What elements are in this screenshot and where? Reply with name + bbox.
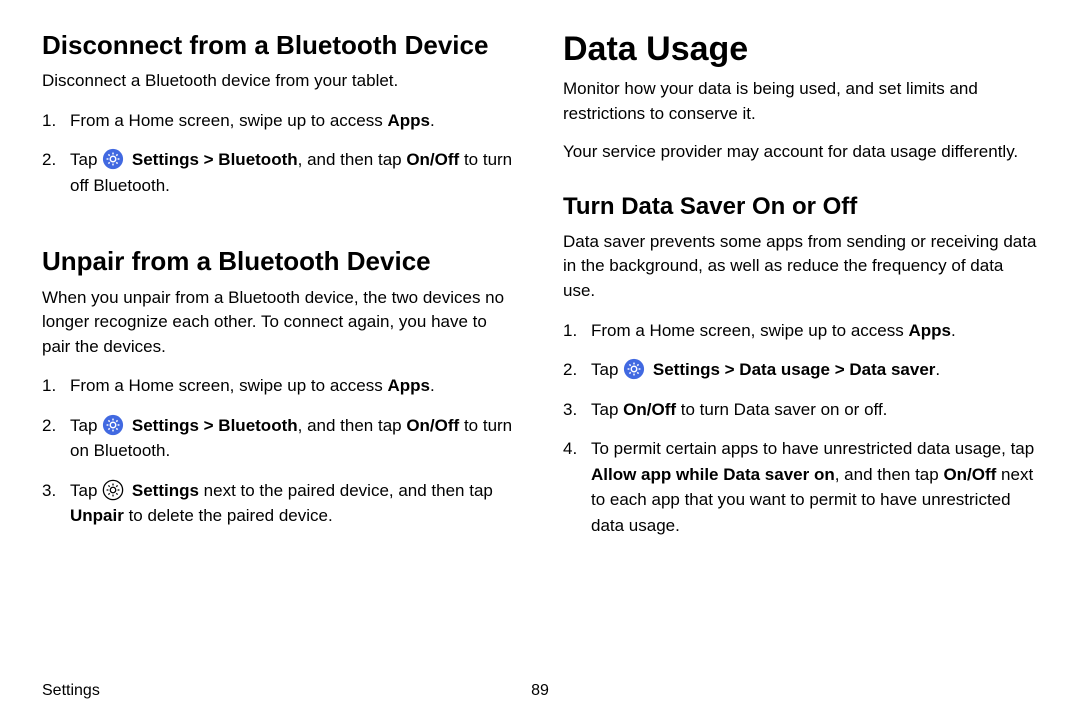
para-data1: Monitor how your data is being used, and…: [563, 77, 1038, 126]
steps-saver: From a Home screen, swipe up to access A…: [563, 318, 1038, 553]
step: Tap On/Off to turn Data saver on or off.: [563, 397, 1038, 423]
step: To permit certain apps to have unrestric…: [563, 436, 1038, 538]
step: Tap Settings > Data usage > Data saver.: [563, 357, 1038, 383]
step: Tap Settings > Bluetooth, and then tap O…: [42, 147, 517, 198]
bold: Allow app while Data saver on: [591, 465, 835, 484]
para-data2: Your service provider may account for da…: [563, 140, 1038, 165]
settings-gear-outline-icon: [102, 479, 124, 501]
step: From a Home screen, swipe up to access A…: [42, 108, 517, 134]
heading-data-usage: Data Usage: [563, 30, 1038, 69]
bold: Apps: [387, 111, 430, 130]
para-saver: Data saver prevents some apps from sendi…: [563, 230, 1038, 304]
page-columns: Disconnect from a Bluetooth Device Disco…: [42, 30, 1038, 672]
step: From a Home screen, swipe up to access A…: [42, 373, 517, 399]
text: to turn Data saver on or off.: [676, 400, 887, 419]
text: Tap: [591, 400, 623, 419]
page-footer: Settings 89: [42, 682, 1038, 700]
footer-section: Settings: [42, 682, 100, 700]
text: Tap: [70, 150, 102, 169]
steps-disconnect: From a Home screen, swipe up to access A…: [42, 108, 517, 213]
para-unpair: When you unpair from a Bluetooth device,…: [42, 286, 517, 360]
bold: Settings > Data usage > Data saver: [653, 360, 936, 379]
left-column: Disconnect from a Bluetooth Device Disco…: [42, 30, 517, 672]
steps-unpair: From a Home screen, swipe up to access A…: [42, 373, 517, 543]
text: , and then tap: [298, 416, 407, 435]
text: , and then tap: [298, 150, 407, 169]
bold: On/Off: [623, 400, 676, 419]
text: To permit certain apps to have unrestric…: [591, 439, 1034, 458]
settings-gear-blue-icon: [102, 148, 124, 170]
bold: On/Off: [406, 416, 459, 435]
text: .: [935, 360, 940, 379]
bold: On/Off: [943, 465, 996, 484]
settings-gear-blue-icon: [102, 414, 124, 436]
bold: Unpair: [70, 506, 124, 525]
text: .: [430, 376, 435, 395]
bold: On/Off: [406, 150, 459, 169]
heading-unpair: Unpair from a Bluetooth Device: [42, 246, 517, 277]
step: From a Home screen, swipe up to access A…: [563, 318, 1038, 344]
text: to delete the paired device.: [124, 506, 333, 525]
bold: Settings > Bluetooth: [132, 150, 298, 169]
text: Tap: [70, 481, 102, 500]
heading-disconnect: Disconnect from a Bluetooth Device: [42, 30, 517, 61]
step: Tap Settings next to the paired device, …: [42, 478, 517, 529]
right-column: Data Usage Monitor how your data is bein…: [563, 30, 1038, 672]
footer-page-number: 89: [531, 682, 549, 700]
text: From a Home screen, swipe up to access: [70, 376, 387, 395]
bold: Apps: [387, 376, 430, 395]
text: , and then tap: [835, 465, 944, 484]
bold: Settings > Bluetooth: [132, 416, 298, 435]
text: From a Home screen, swipe up to access: [591, 321, 908, 340]
text: Tap: [70, 416, 102, 435]
para-disconnect: Disconnect a Bluetooth device from your …: [42, 69, 517, 94]
text: Tap: [591, 360, 623, 379]
settings-gear-blue-icon: [623, 358, 645, 380]
heading-data-saver: Turn Data Saver On or Off: [563, 193, 1038, 222]
text: From a Home screen, swipe up to access: [70, 111, 387, 130]
bold: Apps: [908, 321, 951, 340]
step: Tap Settings > Bluetooth, and then tap O…: [42, 413, 517, 464]
text: next to the paired device, and then tap: [199, 481, 493, 500]
text: .: [430, 111, 435, 130]
bold: Settings: [132, 481, 199, 500]
text: .: [951, 321, 956, 340]
